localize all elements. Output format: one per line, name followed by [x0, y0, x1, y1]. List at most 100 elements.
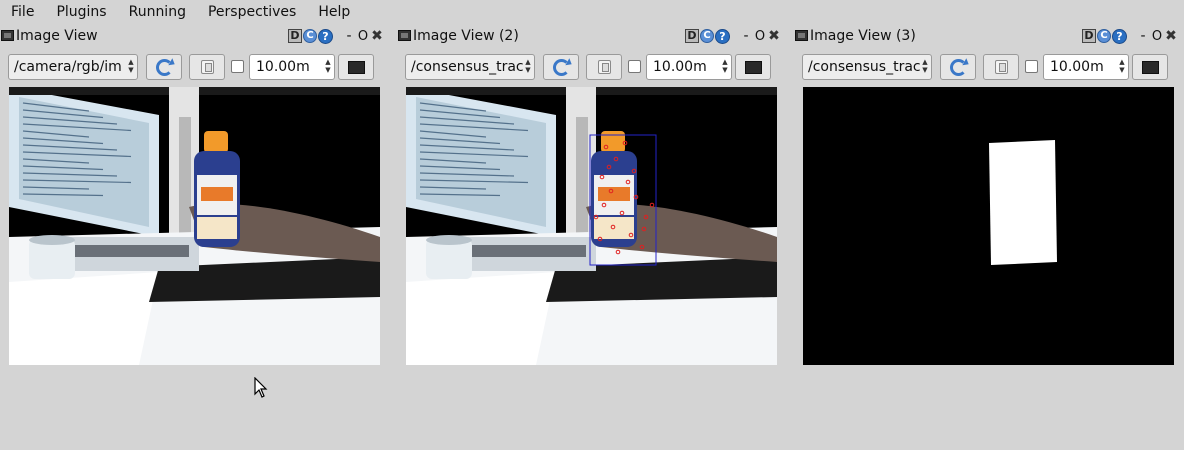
- bottle-label-accent: [598, 187, 630, 201]
- image-display[interactable]: [803, 87, 1174, 365]
- menu-file[interactable]: File: [0, 0, 45, 24]
- refresh-topics-button[interactable]: [543, 54, 579, 80]
- spin-arrows-icon: ▲ ▼: [1119, 58, 1125, 74]
- reload-config-button[interactable]: C: [700, 29, 714, 43]
- bottle-cap: [601, 131, 625, 153]
- image-display[interactable]: [406, 87, 777, 365]
- float-button[interactable]: O: [754, 29, 766, 44]
- panel-title: Image View: [16, 28, 98, 44]
- keyboard-dark: [466, 245, 586, 257]
- updown-arrows-icon: ▲ ▼: [524, 58, 532, 74]
- refresh-topics-button[interactable]: [940, 54, 976, 80]
- refresh-topics-button[interactable]: [146, 54, 182, 80]
- title-buttons: D C ? - O ✖: [288, 28, 384, 44]
- dock-toggle-button[interactable]: D: [288, 29, 302, 43]
- window-icon: [1, 30, 14, 41]
- help-button[interactable]: ?: [318, 28, 333, 44]
- updown-arrows-icon: ▲ ▼: [127, 58, 135, 74]
- save-icon: [201, 60, 214, 74]
- panel-toolbar: /camera/rgb/im ▲ ▼ 10.00m ▲ ▼: [0, 54, 392, 80]
- image-display[interactable]: [9, 87, 380, 365]
- panel-title-bar: Image View (3) D C ? - O ✖: [794, 26, 1184, 46]
- bottle-label-accent: [201, 187, 233, 201]
- panel-toolbar: /consensus_trac ▲ ▼ 10.00m ▲ ▼: [794, 54, 1184, 80]
- help-button[interactable]: ?: [1112, 28, 1127, 44]
- color-scheme-button[interactable]: [735, 54, 771, 80]
- spin-arrows-icon: ▲ ▼: [722, 58, 728, 74]
- dock-toggle-button[interactable]: D: [1082, 29, 1096, 43]
- panel-title: Image View (2): [413, 28, 519, 44]
- window-icon: [398, 30, 411, 41]
- menu-plugins[interactable]: Plugins: [45, 0, 117, 24]
- timeout-spinbox[interactable]: 10.00m ▲ ▼: [1043, 54, 1129, 80]
- minimize-button[interactable]: -: [739, 28, 753, 44]
- color-scheme-button[interactable]: [338, 54, 374, 80]
- minimize-button[interactable]: -: [1136, 28, 1150, 44]
- close-button[interactable]: ✖: [370, 28, 384, 44]
- bottle-cap: [204, 131, 228, 153]
- save-icon: [995, 60, 1008, 74]
- topic-select[interactable]: /consensus_trac ▲ ▼: [405, 54, 535, 80]
- tracked-object-mask: [989, 140, 1057, 265]
- save-icon: [598, 60, 611, 74]
- title-buttons: D C ? - O ✖: [1082, 28, 1178, 44]
- save-image-button[interactable]: [189, 54, 225, 80]
- color-scheme-icon: [348, 61, 365, 74]
- menu-help[interactable]: Help: [307, 0, 361, 24]
- spin-arrows-icon: ▲ ▼: [325, 58, 331, 74]
- background-post-shadow: [179, 117, 191, 237]
- image-view-panel-2: Image View (2) D C ? - O ✖ /consensus_tr…: [397, 26, 789, 371]
- color-scheme-button[interactable]: [1132, 54, 1168, 80]
- timeout-spinbox[interactable]: 10.00m ▲ ▼: [249, 54, 335, 80]
- menu-running[interactable]: Running: [118, 0, 197, 24]
- cup-top: [426, 235, 472, 245]
- refresh-icon: [553, 59, 570, 76]
- smooth-checkbox[interactable]: [1025, 60, 1038, 73]
- background-post-shadow: [576, 117, 588, 237]
- float-button[interactable]: O: [1151, 29, 1163, 44]
- panel-title-bar: Image View D C ? - O ✖: [0, 26, 392, 46]
- save-image-button[interactable]: [983, 54, 1019, 80]
- close-button[interactable]: ✖: [767, 28, 781, 44]
- close-button[interactable]: ✖: [1164, 28, 1178, 44]
- topic-select-value: /consensus_trac: [411, 59, 524, 75]
- smooth-checkbox[interactable]: [628, 60, 641, 73]
- title-buttons: D C ? - O ✖: [685, 28, 781, 44]
- color-scheme-icon: [745, 61, 762, 74]
- smooth-checkbox[interactable]: [231, 60, 244, 73]
- image-view-panel-1: Image View D C ? - O ✖ /camera/rgb/im ▲ ▼…: [0, 26, 392, 371]
- desk-edge: [406, 272, 556, 365]
- panel-title: Image View (3): [810, 28, 916, 44]
- refresh-icon: [950, 59, 967, 76]
- minimize-button[interactable]: -: [342, 28, 356, 44]
- panel-toolbar: /consensus_trac ▲ ▼ 10.00m ▲ ▼: [397, 54, 789, 80]
- panel-title-bar: Image View (2) D C ? - O ✖: [397, 26, 789, 46]
- timeout-value: 10.00m: [256, 59, 310, 75]
- dock-toggle-button[interactable]: D: [685, 29, 699, 43]
- keyboard-dark: [69, 245, 189, 257]
- refresh-icon: [156, 59, 173, 76]
- cup-top: [29, 235, 75, 245]
- timeout-value: 10.00m: [1050, 59, 1104, 75]
- reload-config-button[interactable]: C: [1097, 29, 1111, 43]
- color-scheme-icon: [1142, 61, 1159, 74]
- timeout-spinbox[interactable]: 10.00m ▲ ▼: [646, 54, 732, 80]
- timeout-value: 10.00m: [653, 59, 707, 75]
- bottle-label-bottom: [197, 217, 237, 239]
- reload-config-button[interactable]: C: [303, 29, 317, 43]
- topic-select-value: /consensus_trac: [808, 59, 921, 75]
- menu-bar: File Plugins Running Perspectives Help: [0, 0, 1184, 24]
- save-image-button[interactable]: [586, 54, 622, 80]
- topic-select[interactable]: /camera/rgb/im ▲ ▼: [8, 54, 138, 80]
- mask-background: [803, 87, 1174, 365]
- image-view-panel-3: Image View (3) D C ? - O ✖ /consensus_tr…: [794, 26, 1184, 371]
- mouse-cursor-icon: [254, 377, 268, 398]
- help-button[interactable]: ?: [715, 28, 730, 44]
- window-icon: [795, 30, 808, 41]
- menu-perspectives[interactable]: Perspectives: [197, 0, 307, 24]
- desk-edge: [9, 272, 159, 365]
- updown-arrows-icon: ▲ ▼: [921, 58, 929, 74]
- topic-select[interactable]: /consensus_trac ▲ ▼: [802, 54, 932, 80]
- topic-select-value: /camera/rgb/im: [14, 59, 122, 75]
- float-button[interactable]: O: [357, 29, 369, 44]
